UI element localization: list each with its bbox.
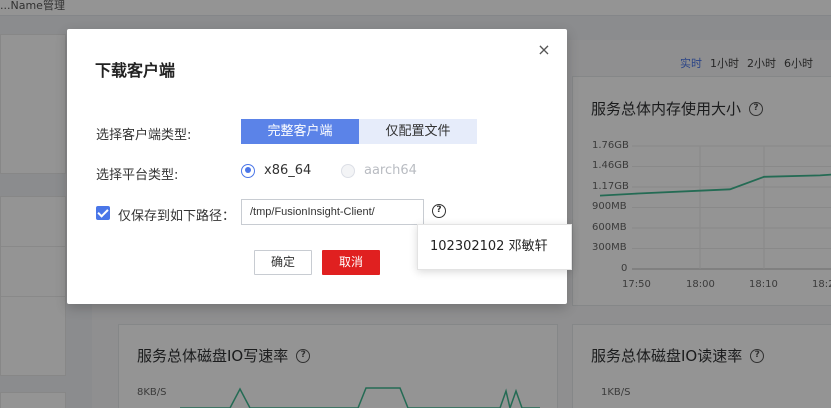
confirm-button[interactable]: 确定 [254, 250, 312, 275]
help-icon[interactable]: ? [432, 204, 446, 218]
tooltip-text: 102302102 邓敏轩 [430, 239, 548, 254]
user-tooltip: 102302102 邓敏轩 [417, 224, 572, 270]
save-path-checkbox[interactable] [96, 206, 110, 220]
platform-type-label: 选择平台类型: [96, 168, 179, 183]
save-path-label: 仅保存到如下路径： [118, 209, 236, 224]
dialog-title: 下载客户端 [95, 61, 176, 80]
config-only-option[interactable]: 仅配置文件 [359, 119, 477, 144]
radio-aarch64-label: aarch64 [364, 163, 417, 178]
radio-x86-64[interactable]: x86_64 [241, 163, 311, 178]
radio-aarch64[interactable]: aarch64 [341, 163, 417, 178]
radio-unselected-icon [341, 163, 355, 178]
radio-x86-64-label: x86_64 [264, 163, 312, 178]
full-client-option[interactable]: 完整客户端 [241, 119, 359, 144]
cancel-button[interactable]: 取消 [322, 250, 380, 275]
close-icon[interactable]: × [537, 42, 551, 58]
radio-selected-icon [241, 163, 255, 178]
save-path-input[interactable] [241, 199, 424, 225]
client-type-label: 选择客户端类型: [96, 128, 192, 143]
